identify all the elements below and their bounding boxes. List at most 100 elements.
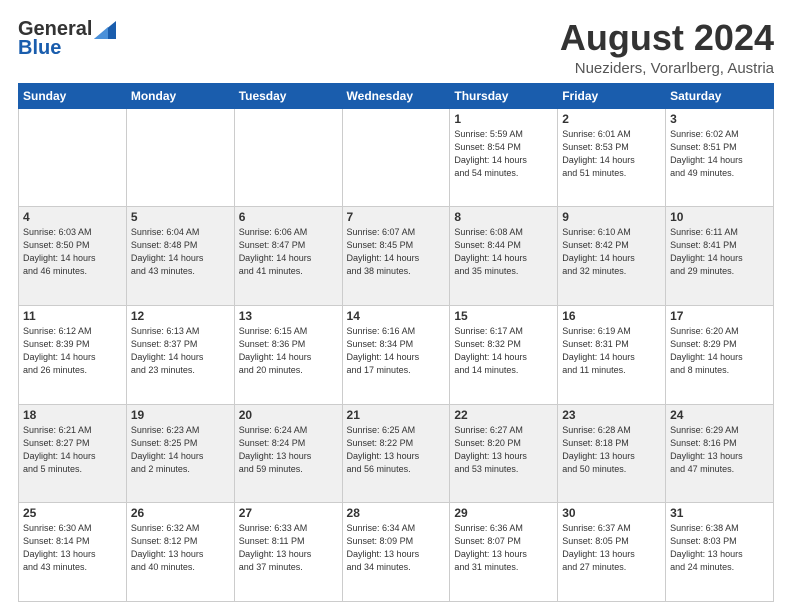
calendar-cell: 18 Sunrise: 6:21 AM Sunset: 8:27 PM Dayli… xyxy=(19,404,127,503)
calendar-cell: 17 Sunrise: 6:20 AM Sunset: 8:29 PM Dayli… xyxy=(666,305,774,404)
day-number: 25 xyxy=(23,506,122,520)
day-number: 3 xyxy=(670,112,769,126)
day-of-week-header: Thursday xyxy=(450,83,558,108)
day-of-week-header: Wednesday xyxy=(342,83,450,108)
day-number: 1 xyxy=(454,112,553,126)
day-info: Sunrise: 6:15 AM Sunset: 8:36 PM Dayligh… xyxy=(239,325,338,377)
calendar: SundayMondayTuesdayWednesdayThursdayFrid… xyxy=(18,83,774,602)
calendar-cell: 16Sunrise: 6:19 AM Sunset: 8:31 PM Dayli… xyxy=(558,305,666,404)
calendar-cell: 23 Sunrise: 6:28 AM Sunset: 8:18 PM Dayli… xyxy=(558,404,666,503)
calendar-cell: 3 Sunrise: 6:02 AM Sunset: 8:51 PM Daylig… xyxy=(666,108,774,207)
day-info: Sunrise: 6:37 AM Sunset: 8:05 PM Dayligh… xyxy=(562,522,661,574)
day-number: 12 xyxy=(131,309,230,323)
day-info: Sunrise: 6:06 AM Sunset: 8:47 PM Dayligh… xyxy=(239,226,338,278)
day-number: 30 xyxy=(562,506,661,520)
day-number: 31 xyxy=(670,506,769,520)
day-info: Sunrise: 6:27 AM Sunset: 8:20 PM Dayligh… xyxy=(454,424,553,476)
day-info: Sunrise: 6:11 AM Sunset: 8:41 PM Dayligh… xyxy=(670,226,769,278)
day-info: Sunrise: 6:16 AM Sunset: 8:34 PM Dayligh… xyxy=(347,325,446,377)
day-info: Sunrise: 6:13 AM Sunset: 8:37 PM Dayligh… xyxy=(131,325,230,377)
day-number: 8 xyxy=(454,210,553,224)
calendar-week-row: 1 Sunrise: 5:59 AM Sunset: 8:54 PM Daylig… xyxy=(19,108,774,207)
day-info: Sunrise: 6:32 AM Sunset: 8:12 PM Dayligh… xyxy=(131,522,230,574)
calendar-cell xyxy=(342,108,450,207)
calendar-cell: 2 Sunrise: 6:01 AM Sunset: 8:53 PM Daylig… xyxy=(558,108,666,207)
day-info: Sunrise: 6:12 AM Sunset: 8:39 PM Dayligh… xyxy=(23,325,122,377)
calendar-cell: 5Sunrise: 6:04 AM Sunset: 8:48 PM Daylig… xyxy=(126,207,234,306)
calendar-cell: 6Sunrise: 6:06 AM Sunset: 8:47 PM Daylig… xyxy=(234,207,342,306)
title-block: August 2024 Nueziders, Vorarlberg, Austr… xyxy=(560,18,774,77)
calendar-cell: 22 Sunrise: 6:27 AM Sunset: 8:20 PM Dayli… xyxy=(450,404,558,503)
day-info: Sunrise: 6:30 AM Sunset: 8:14 PM Dayligh… xyxy=(23,522,122,574)
logo-icon xyxy=(94,21,116,39)
day-number: 20 xyxy=(239,408,338,422)
day-number: 7 xyxy=(347,210,446,224)
main-title: August 2024 xyxy=(560,18,774,58)
calendar-week-row: 4 Sunrise: 6:03 AM Sunset: 8:50 PM Daylig… xyxy=(19,207,774,306)
day-info: Sunrise: 6:19 AM Sunset: 8:31 PM Dayligh… xyxy=(562,325,661,377)
day-info: Sunrise: 5:59 AM Sunset: 8:54 PM Dayligh… xyxy=(454,128,553,180)
day-info: Sunrise: 6:24 AM Sunset: 8:24 PM Dayligh… xyxy=(239,424,338,476)
day-number: 9 xyxy=(562,210,661,224)
day-number: 4 xyxy=(23,210,122,224)
day-number: 27 xyxy=(239,506,338,520)
calendar-cell: 4 Sunrise: 6:03 AM Sunset: 8:50 PM Daylig… xyxy=(19,207,127,306)
calendar-cell xyxy=(234,108,342,207)
calendar-cell: 13 Sunrise: 6:15 AM Sunset: 8:36 PM Dayli… xyxy=(234,305,342,404)
calendar-cell: 24Sunrise: 6:29 AM Sunset: 8:16 PM Dayli… xyxy=(666,404,774,503)
day-number: 18 xyxy=(23,408,122,422)
calendar-cell: 28 Sunrise: 6:34 AM Sunset: 8:09 PM Dayli… xyxy=(342,503,450,602)
header: General Blue August 2024 Nueziders, Vora… xyxy=(18,18,774,77)
calendar-cell: 1 Sunrise: 5:59 AM Sunset: 8:54 PM Daylig… xyxy=(450,108,558,207)
calendar-cell: 25 Sunrise: 6:30 AM Sunset: 8:14 PM Dayli… xyxy=(19,503,127,602)
day-number: 21 xyxy=(347,408,446,422)
day-of-week-header: Tuesday xyxy=(234,83,342,108)
day-info: Sunrise: 6:01 AM Sunset: 8:53 PM Dayligh… xyxy=(562,128,661,180)
day-of-week-header: Monday xyxy=(126,83,234,108)
day-info: Sunrise: 6:23 AM Sunset: 8:25 PM Dayligh… xyxy=(131,424,230,476)
logo: General Blue xyxy=(18,18,116,60)
day-number: 22 xyxy=(454,408,553,422)
calendar-cell: 15Sunrise: 6:17 AM Sunset: 8:32 PM Dayli… xyxy=(450,305,558,404)
day-info: Sunrise: 6:29 AM Sunset: 8:16 PM Dayligh… xyxy=(670,424,769,476)
calendar-cell: 10 Sunrise: 6:11 AM Sunset: 8:41 PM Dayli… xyxy=(666,207,774,306)
calendar-cell: 9Sunrise: 6:10 AM Sunset: 8:42 PM Daylig… xyxy=(558,207,666,306)
calendar-cell: 20 Sunrise: 6:24 AM Sunset: 8:24 PM Dayli… xyxy=(234,404,342,503)
day-number: 28 xyxy=(347,506,446,520)
day-number: 17 xyxy=(670,309,769,323)
calendar-cell xyxy=(19,108,127,207)
day-number: 10 xyxy=(670,210,769,224)
day-info: Sunrise: 6:33 AM Sunset: 8:11 PM Dayligh… xyxy=(239,522,338,574)
calendar-cell: 7 Sunrise: 6:07 AM Sunset: 8:45 PM Daylig… xyxy=(342,207,450,306)
calendar-cell: 29Sunrise: 6:36 AM Sunset: 8:07 PM Dayli… xyxy=(450,503,558,602)
day-number: 2 xyxy=(562,112,661,126)
calendar-cell xyxy=(126,108,234,207)
day-number: 11 xyxy=(23,309,122,323)
calendar-week-row: 18 Sunrise: 6:21 AM Sunset: 8:27 PM Dayli… xyxy=(19,404,774,503)
day-of-week-header: Sunday xyxy=(19,83,127,108)
day-info: Sunrise: 6:03 AM Sunset: 8:50 PM Dayligh… xyxy=(23,226,122,278)
calendar-cell: 27 Sunrise: 6:33 AM Sunset: 8:11 PM Dayli… xyxy=(234,503,342,602)
day-of-week-header: Friday xyxy=(558,83,666,108)
day-info: Sunrise: 6:07 AM Sunset: 8:45 PM Dayligh… xyxy=(347,226,446,278)
day-info: Sunrise: 6:38 AM Sunset: 8:03 PM Dayligh… xyxy=(670,522,769,574)
day-info: Sunrise: 6:34 AM Sunset: 8:09 PM Dayligh… xyxy=(347,522,446,574)
calendar-cell: 31 Sunrise: 6:38 AM Sunset: 8:03 PM Dayli… xyxy=(666,503,774,602)
subtitle: Nueziders, Vorarlberg, Austria xyxy=(560,60,774,77)
day-info: Sunrise: 6:28 AM Sunset: 8:18 PM Dayligh… xyxy=(562,424,661,476)
day-number: 26 xyxy=(131,506,230,520)
day-info: Sunrise: 6:25 AM Sunset: 8:22 PM Dayligh… xyxy=(347,424,446,476)
calendar-cell: 14Sunrise: 6:16 AM Sunset: 8:34 PM Dayli… xyxy=(342,305,450,404)
day-number: 23 xyxy=(562,408,661,422)
calendar-cell: 21 Sunrise: 6:25 AM Sunset: 8:22 PM Dayli… xyxy=(342,404,450,503)
day-info: Sunrise: 6:21 AM Sunset: 8:27 PM Dayligh… xyxy=(23,424,122,476)
day-info: Sunrise: 6:02 AM Sunset: 8:51 PM Dayligh… xyxy=(670,128,769,180)
calendar-week-row: 25 Sunrise: 6:30 AM Sunset: 8:14 PM Dayli… xyxy=(19,503,774,602)
day-number: 19 xyxy=(131,408,230,422)
day-number: 5 xyxy=(131,210,230,224)
calendar-cell: 30 Sunrise: 6:37 AM Sunset: 8:05 PM Dayli… xyxy=(558,503,666,602)
calendar-cell: 8Sunrise: 6:08 AM Sunset: 8:44 PM Daylig… xyxy=(450,207,558,306)
day-of-week-header: Saturday xyxy=(666,83,774,108)
day-info: Sunrise: 6:20 AM Sunset: 8:29 PM Dayligh… xyxy=(670,325,769,377)
day-number: 13 xyxy=(239,309,338,323)
